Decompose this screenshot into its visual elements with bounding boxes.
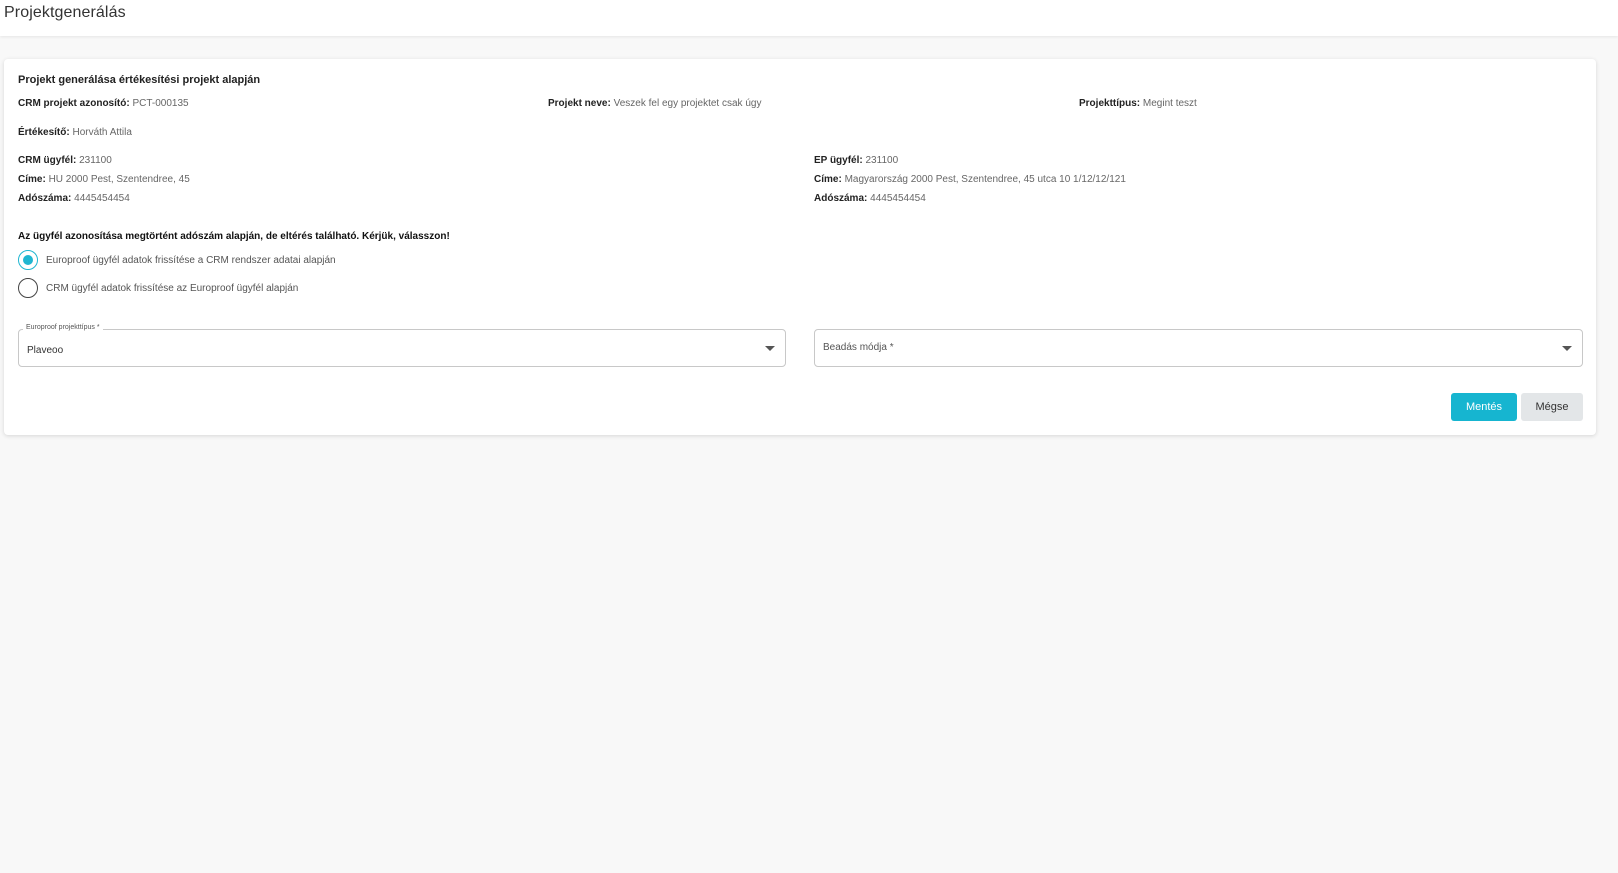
ep-customer-tax-field: Adószáma: 4445454454 — [814, 193, 926, 204]
crm-customer-tax-value: 4445454454 — [74, 193, 130, 204]
ep-customer-id-field: EP ügyfél: 231100 — [814, 155, 898, 166]
save-button[interactable]: Mentés — [1451, 393, 1517, 421]
project-name-label: Projekt neve: — [548, 98, 611, 109]
crm-customer-tax-field: Adószáma: 4445454454 — [18, 193, 130, 204]
ep-customer-address-label: Címe: — [814, 174, 842, 185]
top-bar: Projektgenerálás — [0, 0, 1618, 36]
crm-customer-id-value: 231100 — [79, 155, 112, 166]
page-title: Projektgenerálás — [4, 4, 126, 21]
crm-customer-address-value: HU 2000 Pest, Szentendree, 45 — [48, 174, 190, 185]
ep-customer-id-value: 231100 — [865, 155, 899, 166]
salesperson-field: Értékesítő: Horváth Attila — [18, 127, 132, 138]
option-update-europroof[interactable]: Europroof ügyfél adatok frissítése a CRM… — [18, 250, 336, 270]
ep-customer-id-label: EP ügyfél: — [814, 155, 863, 166]
crm-customer-address-field: Címe: HU 2000 Pest, Szentendree, 45 — [18, 174, 190, 185]
project-type-field: Projekttípus: Megint teszt — [1079, 98, 1197, 109]
ep-customer-tax-value: 4445454454 — [870, 193, 926, 204]
crm-customer-id-field: CRM ügyfél: 231100 — [18, 155, 112, 166]
crm-project-id-field: CRM projekt azonosító: PCT-000135 — [18, 98, 189, 109]
project-type-label: Projekttípus: — [1079, 98, 1141, 109]
chevron-down-icon — [1562, 346, 1572, 351]
europroof-project-type-select[interactable]: Europroof projekttípus * Plaveoo — [18, 324, 786, 367]
crm-customer-id-label: CRM ügyfél: — [18, 155, 77, 166]
submission-mode-placeholder: Beadás módja * — [823, 342, 894, 353]
crm-project-id-value: PCT-000135 — [132, 98, 189, 109]
crm-customer-tax-label: Adószáma: — [18, 193, 72, 204]
project-type-value: Megint teszt — [1142, 98, 1197, 109]
project-name-field: Projekt neve: Veszek fel egy projektet c… — [548, 98, 761, 109]
project-name-value: Veszek fel egy projektet csak úgy — [613, 98, 762, 109]
chevron-down-icon — [765, 346, 775, 351]
submission-mode-select[interactable]: Beadás módja * — [814, 329, 1583, 367]
radio-unchecked-icon[interactable] — [18, 278, 38, 298]
option-update-europroof-label: Europroof ügyfél adatok frissítése a CRM… — [46, 254, 336, 266]
ep-customer-address-value: Magyarország 2000 Pest, Szentendree, 45 … — [844, 174, 1126, 185]
ep-customer-address-field: Címe: Magyarország 2000 Pest, Szentendre… — [814, 174, 1126, 185]
card-title: Projekt generálása értékesítési projekt … — [18, 74, 261, 86]
radio-checked-icon[interactable] — [18, 250, 38, 270]
mismatch-warning: Az ügyfél azonosítása megtörtént adószám… — [18, 231, 450, 242]
project-generation-card: Projekt generálása értékesítési projekt … — [4, 59, 1596, 435]
salesperson-label: Értékesítő: — [18, 127, 70, 138]
ep-customer-tax-label: Adószáma: — [814, 193, 868, 204]
crm-project-id-label: CRM projekt azonosító: — [18, 98, 130, 109]
cancel-button[interactable]: Mégse — [1521, 393, 1583, 421]
europroof-project-type-value: Plaveoo — [27, 345, 64, 356]
option-update-crm-label: CRM ügyfél adatok frissítése az Europroo… — [46, 282, 299, 294]
option-update-crm[interactable]: CRM ügyfél adatok frissítése az Europroo… — [18, 278, 298, 298]
crm-customer-address-label: Címe: — [18, 174, 46, 185]
europroof-project-type-label: Europroof projekttípus * — [23, 324, 103, 331]
salesperson-value: Horváth Attila — [72, 127, 132, 138]
